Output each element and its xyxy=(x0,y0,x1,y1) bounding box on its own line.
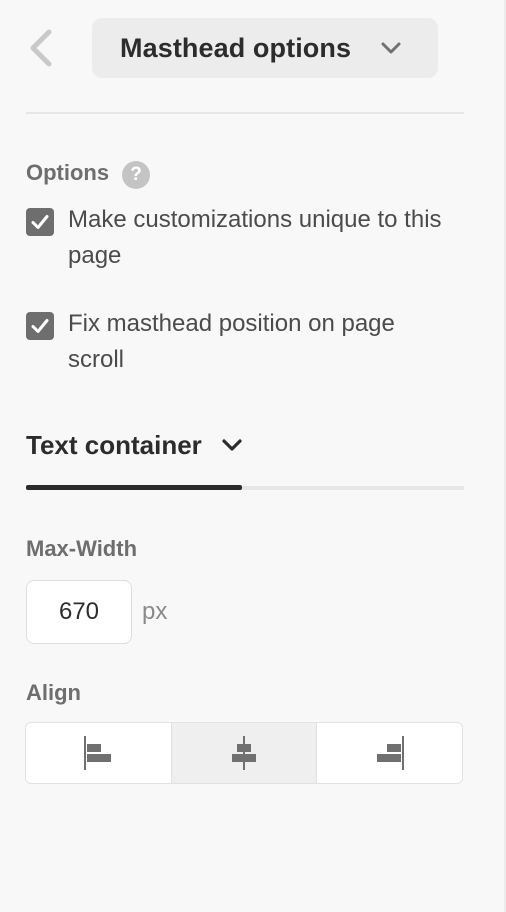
masthead-options-dropdown[interactable]: Masthead options xyxy=(92,18,438,78)
options-label: Options xyxy=(26,160,110,185)
panel-title: Masthead options xyxy=(120,32,352,63)
checkmark-icon xyxy=(31,319,49,333)
unique-customizations-checkbox-row[interactable]: Make customizations unique to this page xyxy=(26,206,446,278)
align-left-icon xyxy=(84,736,112,770)
tab-active-indicator xyxy=(26,485,242,490)
fix-masthead-checkbox[interactable] xyxy=(26,312,54,340)
max-width-unit: px xyxy=(142,598,168,625)
align-right-button[interactable] xyxy=(316,723,462,783)
chevron-down-icon[interactable] xyxy=(220,436,244,454)
help-icon[interactable]: ? xyxy=(122,161,150,189)
align-left-button[interactable] xyxy=(26,723,171,783)
unique-customizations-label: Make customizations unique to this page xyxy=(68,206,442,269)
masthead-options-panel: Masthead options Options ? Make customiz… xyxy=(0,0,506,912)
align-button-group xyxy=(25,722,463,784)
max-width-label: Max-Width xyxy=(26,536,138,561)
max-width-input[interactable] xyxy=(26,580,132,644)
fix-masthead-label: Fix masthead position on page scroll xyxy=(68,310,395,373)
chevron-left-icon xyxy=(30,29,52,67)
header-divider xyxy=(26,112,464,114)
checkmark-icon xyxy=(31,215,49,229)
tab-text-container[interactable]: Text container xyxy=(26,430,202,461)
align-center-button[interactable] xyxy=(170,723,317,783)
chevron-down-icon xyxy=(381,42,401,54)
unique-customizations-checkbox[interactable] xyxy=(26,208,54,236)
align-center-icon xyxy=(232,736,256,770)
align-label: Align xyxy=(26,680,81,705)
align-right-icon xyxy=(376,736,404,770)
fix-masthead-checkbox-row[interactable]: Fix masthead position on page scroll xyxy=(26,310,446,382)
back-button[interactable] xyxy=(24,28,56,68)
